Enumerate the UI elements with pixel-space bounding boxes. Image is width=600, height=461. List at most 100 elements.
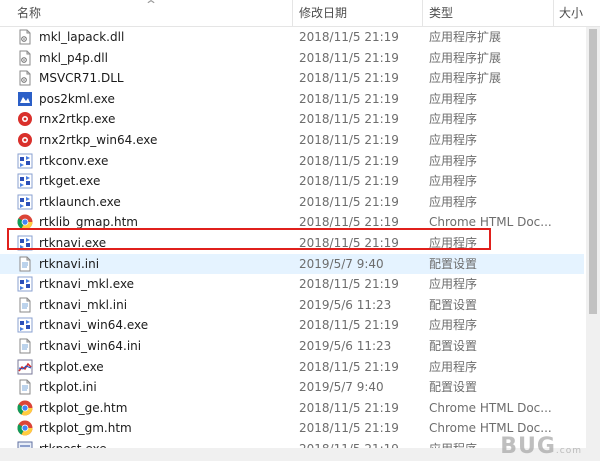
file-modified-date: 2018/11/5 21:19: [299, 91, 399, 106]
file-name: rtkplot_ge.htm: [39, 400, 128, 415]
file-modified-date: 2019/5/7 9:40: [299, 380, 384, 395]
rnx2rtkp-app-icon: [17, 111, 33, 127]
file-row[interactable]: rtknavi_mkl.ini 2019/5/6 11:23 配置设置: [0, 295, 584, 316]
file-modified-date: 2018/11/5 21:19: [299, 30, 399, 44]
file-type: 配置设置: [429, 380, 478, 395]
horizontal-scrollbar[interactable]: [0, 448, 586, 461]
file-row[interactable]: rtkconv.exe 2018/11/5 21:19 应用程序: [0, 151, 584, 172]
rtkconv-app-icon: [17, 153, 33, 169]
file-row[interactable]: rtknavi.exe 2018/11/5 21:19 应用程序: [0, 233, 584, 254]
file-row[interactable]: MSVCR71.DLL 2018/11/5 21:19 应用程序扩展: [0, 68, 584, 89]
file-type: 配置设置: [429, 338, 478, 353]
file-name: rtknavi_mkl.exe: [39, 277, 135, 292]
rtknavi-app-icon: [17, 235, 33, 251]
chrome-icon: [17, 400, 33, 416]
file-type: 应用程序: [429, 112, 478, 127]
file-modified-date: 2019/5/6 11:23: [299, 297, 392, 312]
file-type: 应用程序扩展: [429, 71, 502, 86]
column-header-date[interactable]: 修改日期: [299, 0, 419, 26]
column-header-bar: 名称 ⌃ 修改日期 类型 大小: [0, 0, 600, 27]
pos2kml-app-icon: [17, 91, 33, 107]
vertical-scrollbar[interactable]: [586, 27, 600, 461]
file-row[interactable]: rtkplot_ge.htm 2018/11/5 21:19 Chrome HTML…: [0, 398, 584, 419]
rtkplot-app-icon: [17, 359, 33, 375]
file-type: Chrome HTML Doc...: [429, 215, 552, 230]
column-header-type[interactable]: 类型: [429, 0, 549, 26]
file-type: 应用程序: [429, 174, 478, 189]
file-row[interactable]: rtklib_gmap.htm 2018/11/5 21:19 Chrome HTM…: [0, 212, 584, 233]
file-modified-date: 2018/11/5 21:19: [299, 132, 399, 147]
file-type: 应用程序扩展: [429, 50, 502, 65]
column-divider[interactable]: [422, 0, 423, 26]
file-name: rtkplot.exe: [39, 359, 104, 374]
file-type: 应用程序: [429, 153, 478, 168]
file-modified-date: 2019/5/6 11:23: [299, 338, 392, 353]
file-name: rtkplot_gm.htm: [39, 421, 132, 436]
file-row[interactable]: rtklaunch.exe 2018/11/5 21:19 应用程序: [0, 192, 584, 213]
file-name: rtklaunch.exe: [39, 194, 121, 209]
file-type: 配置设置: [429, 256, 478, 271]
file-modified-date: 2018/11/5 21:19: [299, 174, 399, 189]
scrollbar-thumb[interactable]: [589, 29, 597, 314]
file-row[interactable]: rtkpost.exe 2018/11/5 21:19 应用程序: [0, 439, 584, 448]
file-type: 应用程序: [429, 318, 478, 333]
file-modified-date: 2018/11/5 21:19: [299, 194, 399, 209]
file-row[interactable]: rtknavi_win64.exe 2018/11/5 21:19 应用程序: [0, 315, 584, 336]
file-modified-date: 2018/11/5 21:19: [299, 71, 399, 86]
file-name: rnx2rtkp.exe: [39, 112, 116, 127]
file-modified-date: 2018/11/5 21:19: [299, 318, 399, 333]
file-name: rtklib_gmap.htm: [39, 215, 138, 230]
ini-file-icon: [17, 338, 33, 354]
rtknavi-app-icon: [17, 276, 33, 292]
rtkget-app-icon: [17, 173, 33, 189]
file-row[interactable]: mkl_p4p.dll 2018/11/5 21:19 应用程序扩展: [0, 48, 584, 69]
file-name: rtkget.exe: [39, 174, 101, 189]
file-type: 应用程序: [429, 359, 478, 374]
file-row[interactable]: rtkplot.ini 2019/5/7 9:40 配置设置: [0, 377, 584, 398]
dll-file-icon: [17, 29, 33, 45]
file-name: mkl_p4p.dll: [39, 50, 108, 65]
file-modified-date: 2018/11/5 21:19: [299, 50, 399, 65]
file-row[interactable]: rtknavi.ini 2019/5/7 9:40 配置设置: [0, 253, 584, 275]
file-name: rtknavi_mkl.ini: [39, 297, 128, 312]
file-modified-date: 2018/11/5 21:19: [299, 235, 399, 250]
file-modified-date: 2018/11/5 21:19: [299, 153, 399, 168]
ini-file-icon: [17, 256, 33, 272]
file-name: rtkpost.exe: [39, 439, 107, 448]
column-header-size[interactable]: 大小: [559, 0, 589, 26]
file-row[interactable]: rtkplot.exe 2018/11/5 21:19 应用程序: [0, 357, 584, 378]
file-name: rtknavi.exe: [39, 235, 107, 250]
file-row[interactable]: rtknavi_win64.ini 2019/5/6 11:23 配置设置: [0, 336, 584, 357]
file-name: mkl_lapack.dll: [39, 30, 125, 44]
file-name: pos2kml.exe: [39, 91, 115, 106]
file-row[interactable]: rtkplot_gm.htm 2018/11/5 21:19 Chrome HTML…: [0, 418, 584, 439]
column-divider[interactable]: [292, 0, 293, 26]
file-modified-date: 2018/11/5 21:19: [299, 215, 399, 230]
file-type: 配置设置: [429, 297, 478, 312]
file-row[interactable]: rnx2rtkp.exe 2018/11/5 21:19 应用程序: [0, 109, 584, 130]
file-explorer-window: 名称 ⌃ 修改日期 类型 大小 mkl_lapack.dll 2018/11/5 …: [0, 0, 600, 461]
file-row[interactable]: mkl_lapack.dll 2018/11/5 21:19 应用程序扩展: [0, 27, 584, 48]
chrome-icon: [17, 420, 33, 436]
file-type: 应用程序: [429, 277, 478, 292]
file-row[interactable]: rtknavi_mkl.exe 2018/11/5 21:19 应用程序: [0, 274, 584, 295]
file-type: 应用程序扩展: [429, 30, 502, 44]
rtkpost-app-icon: [17, 441, 33, 448]
file-row[interactable]: rtkget.exe 2018/11/5 21:19 应用程序: [0, 171, 584, 192]
column-divider[interactable]: [553, 0, 554, 26]
file-row[interactable]: pos2kml.exe 2018/11/5 21:19 应用程序: [0, 89, 584, 110]
rtknavi-app-icon: [17, 317, 33, 333]
file-name: MSVCR71.DLL: [39, 71, 124, 86]
file-list: mkl_lapack.dll 2018/11/5 21:19 应用程序扩展 mkl_p…: [0, 27, 584, 448]
file-type: 应用程序: [429, 194, 478, 209]
file-modified-date: 2018/11/5 21:19: [299, 112, 399, 127]
file-type: 应用程序: [429, 132, 478, 147]
file-modified-date: 2018/11/5 21:19: [299, 277, 399, 292]
file-modified-date: 2019/5/7 9:40: [299, 256, 384, 271]
ini-file-icon: [17, 379, 33, 395]
file-row[interactable]: rnx2rtkp_win64.exe 2018/11/5 21:19 应用程序: [0, 130, 584, 151]
dll-file-icon: [17, 70, 33, 86]
rnx2rtkp-app-icon: [17, 132, 33, 148]
file-type: 应用程序: [429, 91, 478, 106]
file-modified-date: 2018/11/5 21:19: [299, 359, 399, 374]
